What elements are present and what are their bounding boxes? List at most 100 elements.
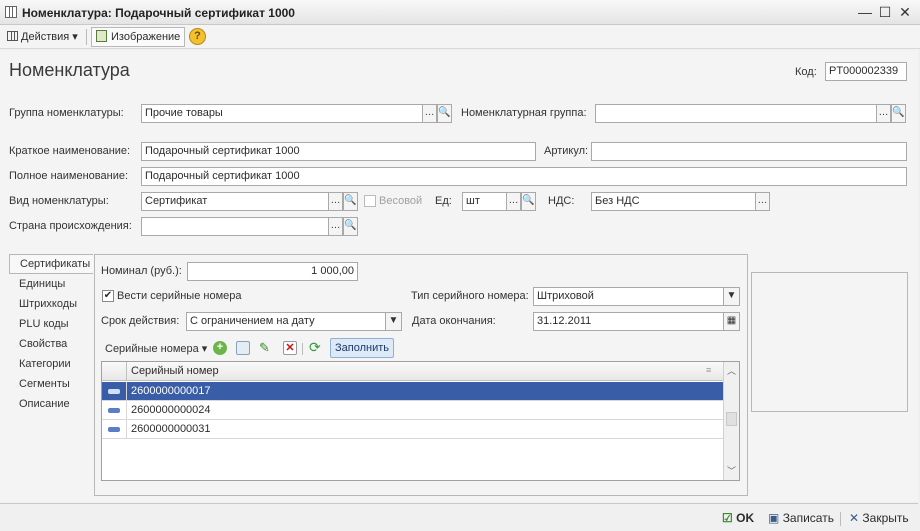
- copy-icon[interactable]: [236, 341, 250, 355]
- close-label: Закрыть: [862, 511, 909, 525]
- end-date-field[interactable]: 31.12.2011: [533, 312, 724, 331]
- tab-units[interactable]: Единицы: [9, 274, 93, 294]
- serial-cell: 2600000000031: [126, 420, 723, 439]
- save-icon: ▣: [768, 511, 780, 525]
- add-icon[interactable]: +: [213, 341, 227, 355]
- chevron-up-icon[interactable]: ︿: [727, 364, 736, 377]
- search-icon[interactable]: 🔍: [343, 217, 358, 236]
- serial-checkbox[interactable]: ✔: [102, 290, 114, 302]
- tab-plu-codes[interactable]: PLU коды: [9, 314, 93, 334]
- refresh-icon[interactable]: ⟳: [309, 339, 321, 356]
- validity-label: Срок действия:: [101, 315, 180, 327]
- tab-properties[interactable]: Свойства: [9, 334, 93, 354]
- calendar-icon[interactable]: ▦: [723, 312, 740, 331]
- help-icon[interactable]: ?: [189, 28, 206, 45]
- serial-check-label: Вести серийные номера: [117, 290, 242, 302]
- maximize-button[interactable]: ☐: [877, 4, 893, 20]
- tab-certificates[interactable]: Сертификаты: [9, 254, 93, 274]
- chevron-down-icon[interactable]: ▼: [385, 312, 402, 331]
- vat-field[interactable]: Без НДС: [591, 192, 756, 211]
- serial-cell: 2600000000017: [126, 382, 723, 401]
- unit-label: Ед:: [435, 195, 452, 207]
- tab-barcodes[interactable]: Штрихкоды: [9, 294, 93, 314]
- footer-divider: [840, 512, 841, 526]
- actions-menu[interactable]: Действия ▾: [2, 27, 83, 47]
- serials-menu[interactable]: Серийные номера ▾: [105, 342, 207, 355]
- image-button[interactable]: Изображение: [91, 27, 186, 47]
- image-label: Изображение: [111, 31, 181, 43]
- search-icon[interactable]: 🔍: [343, 192, 358, 211]
- kind-field[interactable]: Сертификат: [141, 192, 329, 211]
- save-label: Записать: [782, 511, 834, 525]
- footer: ☑ OK ▣ Записать ✕ Закрыть: [0, 503, 918, 531]
- table-row[interactable]: 2600000000024: [102, 401, 723, 420]
- nominal-field[interactable]: 1 000,00: [187, 262, 358, 281]
- image-panel: [751, 272, 908, 412]
- ok-button[interactable]: ☑ OK: [722, 511, 754, 525]
- serial-type-label: Тип серийного номера:: [411, 290, 529, 302]
- close-window-button[interactable]: ✕: [897, 4, 913, 20]
- validity-field[interactable]: С ограничением на дату: [186, 312, 386, 331]
- tab-segments[interactable]: Сегменты: [9, 374, 93, 394]
- app-icon: [5, 6, 17, 18]
- full-name-field[interactable]: Подарочный сертификат 1000: [141, 167, 907, 186]
- search-icon[interactable]: 🔍: [891, 104, 906, 123]
- full-name-label: Полное наименование:: [9, 170, 129, 182]
- chevron-down-icon: ▾: [72, 31, 78, 43]
- nom-group-select-button[interactable]: …: [876, 104, 891, 123]
- group-label: Группа номенклатуры:: [9, 107, 124, 119]
- row-icon: [108, 408, 120, 413]
- weight-checkbox[interactable]: [364, 195, 376, 207]
- weight-label: Весовой: [379, 195, 423, 207]
- country-label: Страна происхождения:: [9, 220, 132, 232]
- serial-type-field[interactable]: Штриховой: [533, 287, 724, 306]
- scrollbar[interactable]: ︿ ﹀: [723, 362, 739, 480]
- title-bar: Номенклатура: Подарочный сертификат 1000…: [0, 0, 920, 25]
- unit-field[interactable]: шт: [462, 192, 507, 211]
- scroll-thumb[interactable]: [726, 412, 737, 426]
- fill-button[interactable]: Заполнить: [330, 338, 395, 358]
- chevron-down-icon[interactable]: ▼: [723, 287, 740, 306]
- toolbar: Действия ▾ Изображение ?: [0, 25, 920, 49]
- serials-menu-label: Серийные номера: [105, 343, 199, 355]
- code-field[interactable]: PT000002339: [825, 62, 907, 81]
- search-icon[interactable]: 🔍: [437, 104, 452, 123]
- country-select-button[interactable]: …: [328, 217, 343, 236]
- group-field[interactable]: Прочие товары: [141, 104, 423, 123]
- table-row[interactable]: 2600000000031: [102, 420, 723, 439]
- nom-group-field[interactable]: [595, 104, 877, 123]
- toolbar-divider: [86, 29, 87, 45]
- country-field[interactable]: [141, 217, 329, 236]
- column-header[interactable]: Серийный номер: [126, 362, 723, 381]
- unit-select-button[interactable]: …: [506, 192, 521, 211]
- nom-group-label: Номенклатурная группа:: [461, 107, 587, 119]
- edit-icon[interactable]: ✎: [259, 340, 270, 356]
- row-icon: [108, 427, 120, 432]
- search-icon[interactable]: 🔍: [521, 192, 536, 211]
- toolbar-divider: [302, 343, 303, 355]
- ok-label: OK: [736, 511, 755, 525]
- group-select-button[interactable]: …: [422, 104, 437, 123]
- sort-icon[interactable]: ≡: [706, 365, 711, 375]
- serials-table: Серийный номер ≡ 2600000000017 260000000…: [101, 361, 740, 481]
- minimize-button[interactable]: —: [857, 4, 873, 20]
- picture-icon: [96, 30, 107, 42]
- close-icon: ✕: [849, 511, 860, 525]
- end-date-label: Дата окончания:: [412, 315, 496, 327]
- kind-select-button[interactable]: …: [328, 192, 343, 211]
- tab-categories[interactable]: Категории: [9, 354, 93, 374]
- delete-icon[interactable]: ✕: [283, 341, 297, 355]
- short-name-field[interactable]: Подарочный сертификат 1000: [141, 142, 536, 161]
- table-row[interactable]: 2600000000017: [102, 382, 723, 401]
- chevron-down-icon[interactable]: ﹀: [727, 464, 736, 477]
- close-button[interactable]: ✕ Закрыть: [849, 511, 909, 525]
- save-button[interactable]: ▣ Записать: [768, 511, 834, 525]
- serial-cell: 2600000000024: [126, 401, 723, 420]
- article-label: Артикул:: [544, 145, 589, 157]
- vat-select-button[interactable]: …: [755, 192, 770, 211]
- check-icon: ☑: [722, 511, 733, 525]
- actions-label: Действия: [21, 31, 70, 43]
- tab-description[interactable]: Описание: [9, 394, 93, 414]
- article-field[interactable]: [591, 142, 907, 161]
- kind-label: Вид номенклатуры:: [9, 195, 109, 207]
